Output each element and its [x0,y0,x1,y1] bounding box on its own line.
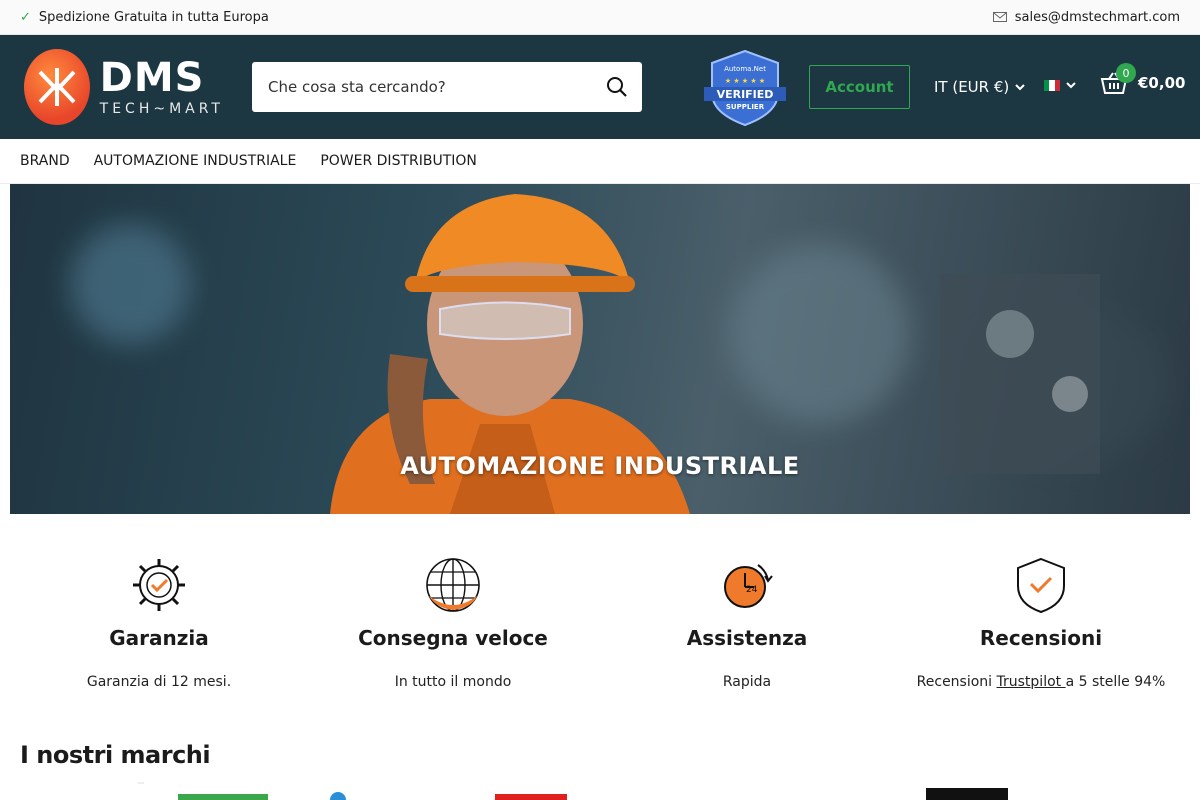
feature-title: Assistenza [686,626,808,650]
nav-item-power-distribution[interactable]: POWER DISTRIBUTION [320,153,477,169]
nav-item-industrial-automation[interactable]: AUTOMAZIONE INDUSTRIALE [94,153,297,169]
feature-text: Garanzia di 12 mesi. [86,674,232,690]
search-icon[interactable] [606,76,628,98]
shipping-notice: ✓ Spedizione Gratuita in tutta Europa [20,10,269,25]
feature-text: Rapida [722,674,772,690]
brand-logo-icon[interactable] [330,792,346,800]
trustpilot-link[interactable]: Trustpilot [997,674,1066,690]
site-header: DMS TECH~MART Automa.Net ★ ★ ★ ★ ★ VERIF… [0,35,1200,139]
checkmark-icon: ✓ [20,9,31,25]
feature-support: 24 Assistenza Rapida [600,556,894,690]
chevron-down-icon [1015,83,1025,90]
nav-item-brand[interactable]: BRAND [20,153,70,169]
hero-title: AUTOMAZIONE INDUSTRIALE [400,452,800,480]
review-text-post: a 5 stelle 94% [1065,674,1166,690]
top-bar: ✓ Spedizione Gratuita in tutta Europa sa… [0,0,1200,35]
abb-logo-icon[interactable] [495,794,567,800]
feature-text: In tutto il mondo [394,674,512,690]
cart-button[interactable]: 0 €0,00 [1100,63,1186,95]
currency-label: IT (EUR €) [934,78,1010,96]
badge-verified-text: VERIFIED [717,88,774,101]
logo-subtitle: TECH~MART [99,101,224,117]
shipping-text: Spedizione Gratuita in tutta Europa [38,9,269,25]
verified-supplier-badge: Automa.Net ★ ★ ★ ★ ★ VERIFIED SUPPLIER [704,49,786,127]
feature-text: Recensioni Trustpilot a 5 stelle 94% [917,674,1166,690]
currency-selector[interactable]: IT (EUR €) [934,78,1025,96]
italy-flag-icon [1044,80,1060,91]
main-nav: BRAND AUTOMAZIONE INDUSTRIALE POWER DIST… [0,139,1200,184]
chevron-down-icon [1066,82,1076,89]
shield-check-icon [1017,557,1065,614]
br-logo-icon[interactable] [926,788,1008,800]
email-link[interactable]: sales@dmstechmart.com [1015,10,1180,25]
language-selector[interactable] [1044,80,1076,91]
hero-banner[interactable]: AUTOMAZIONE INDUSTRIALE [10,184,1190,514]
feature-title: Garanzia [109,626,209,650]
globe-icon [426,558,480,612]
envelope-icon [992,12,1007,22]
schneider-logo-icon[interactable] [178,794,268,800]
feature-title: Recensioni [979,626,1103,650]
site-logo[interactable]: DMS TECH~MART [24,49,224,125]
cart-count-badge: 0 [1116,63,1136,83]
svg-text:★ ★ ★ ★ ★: ★ ★ ★ ★ ★ [725,77,765,85]
badge-brand-text: Automa.Net [724,65,766,73]
svg-text:24: 24 [746,585,758,595]
badge-supplier-text: SUPPLIER [726,103,765,111]
gear-check-icon [133,559,185,611]
clock-24-icon: 24 [724,564,773,608]
review-text-pre: Recensioni [916,674,997,690]
logo-title: DMS [99,55,205,101]
account-button[interactable]: Account [809,65,910,109]
feature-reviews: Recensioni Recensioni Trustpilot a 5 ste… [894,556,1188,690]
brands-heading: I nostri marchi [20,741,211,769]
logo-mark-icon [24,49,90,125]
search-box [252,62,642,112]
contact-email[interactable]: sales@dmstechmart.com [992,10,1180,25]
feature-title: Consegna veloce [358,626,548,650]
feature-fast-delivery: Consegna veloce In tutto il mondo [306,556,600,690]
cart-total: €0,00 [1138,74,1186,92]
feature-warranty: Garanzia Garanzia di 12 mesi. [12,556,306,690]
brand-logos-strip [138,782,1008,800]
features-row: Garanzia Garanzia di 12 mesi. Consegna v… [12,556,1188,690]
search-input[interactable] [268,78,606,96]
